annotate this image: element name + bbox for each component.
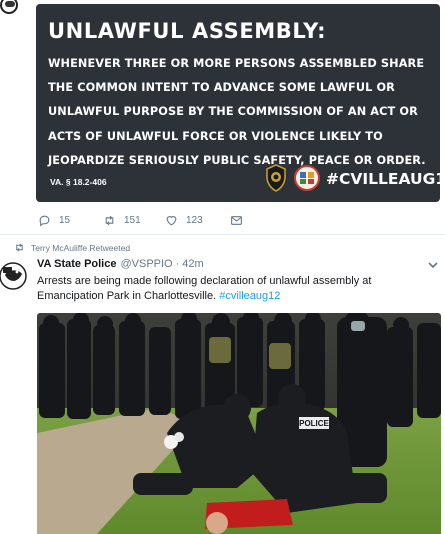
envelope-icon [231,215,242,225]
unlawful-assembly-graphic[interactable]: UNLAWFUL ASSEMBLY: WHENEVER THREE OR MOR… [36,4,440,202]
tweet-body: Arrests are being made following declara… [37,275,372,302]
graphic-title: UNLAWFUL ASSEMBLY: [48,19,327,43]
reply-button[interactable]: 15 [38,214,103,227]
tweet-divider [0,234,445,235]
tweet-hashtag-link[interactable]: #cvilleaug12 [219,290,280,302]
direct-message-button[interactable] [230,214,243,227]
tweet-photo[interactable]: POLICE [37,313,441,534]
tweet-timestamp[interactable]: 42m [182,258,203,270]
retweet-count: 151 [124,214,141,226]
author-name[interactable]: VA State Police [37,258,116,270]
retweet-context-label: Terry McAuliffe Retweeted [31,242,131,253]
retweet-button[interactable]: 151 [103,214,165,227]
graphic-definition-text: WHENEVER THREE OR MORE PERSONS ASSEMBLED… [48,52,434,173]
author-handle[interactable]: @VSPPIO [120,258,172,270]
city-seal-icon [294,165,320,191]
graphic-hashtag: #CVILLEAUG12 [326,170,440,188]
reply-icon [39,215,50,226]
police-badge-icon [266,164,286,192]
retweet-icon [105,215,114,225]
retweet-context[interactable]: Terry McAuliffe Retweeted [14,242,130,253]
tweet-actions: 15 151 123 [38,210,243,230]
reply-count: 15 [59,214,71,226]
police-vest-label: POLICE [299,419,329,428]
graphic-citation: VA. § 18.2-406 [50,177,107,187]
graphic-line: WHENEVER THREE OR MORE PERSONS ASSEMBLED… [48,57,425,70]
header-separator: · [175,258,180,270]
like-button[interactable]: 123 [165,214,230,227]
tweet-text: Arrests are being made following declara… [37,274,437,303]
retweet-icon [16,243,23,252]
tweet-header: VA State Police @VSPPIO · 42m [37,258,204,270]
author-avatar[interactable] [0,257,28,295]
chevron-down-icon[interactable] [427,259,439,271]
previous-tweet-avatar[interactable] [0,0,18,14]
graphic-line: UNLAWFUL PURPOSE BY THE COMMISSION OF AN… [48,105,418,119]
graphic-line: ACTS OF UNLAWFUL FORCE OR VIOLENCE LIKEL… [48,129,383,143]
graphic-line: THE COMMON INTENT TO ADVANCE SOME LAWFUL… [48,81,395,95]
heart-icon [166,215,177,225]
arrest-scene-photo: POLICE [37,313,441,534]
like-count: 123 [186,214,203,226]
